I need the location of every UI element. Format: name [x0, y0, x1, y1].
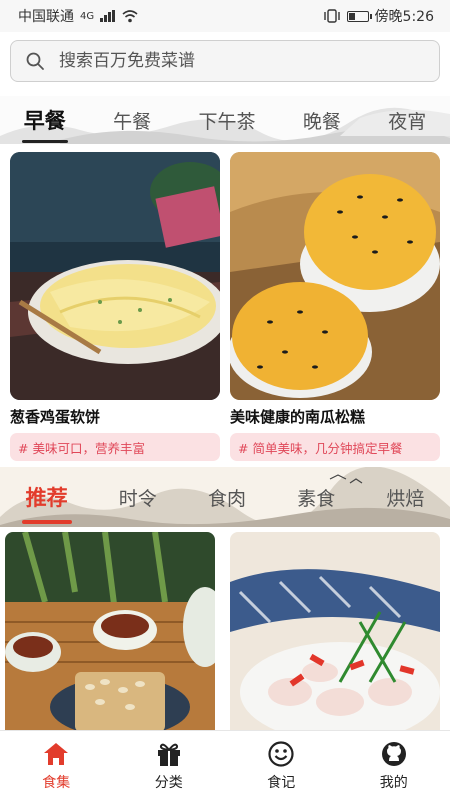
- scallion-egg-pancake-photo[interactable]: [10, 152, 220, 400]
- gift-icon: [157, 743, 180, 766]
- squid-with-peppers-photo[interactable]: [230, 532, 440, 732]
- search-icon: [26, 52, 44, 70]
- tab-meat[interactable]: 食肉: [204, 478, 250, 517]
- status-left: 中国联通 4G: [18, 6, 138, 26]
- nav-category-label: 分类: [154, 774, 183, 791]
- meal-tabs: 早餐 午餐 下午茶 晚餐 夜宵: [0, 96, 450, 144]
- tab-afternoon-tea[interactable]: 下午茶: [194, 101, 259, 140]
- tab-dinner[interactable]: 晚餐: [299, 101, 345, 140]
- clock-time: 傍晚5:26: [374, 9, 434, 25]
- signal-icon: [100, 10, 116, 22]
- network-type: 4G: [80, 10, 95, 22]
- nav-food-journal-label: 食记: [267, 774, 296, 791]
- category-tabs: 推荐 时令 食肉 素食 烘焙: [0, 467, 450, 527]
- tea-and-seed-cake-photo[interactable]: [5, 532, 215, 732]
- recipe-title[interactable]: 美味健康的南瓜松糕: [230, 406, 440, 427]
- status-right: 傍晚5:26: [323, 6, 434, 26]
- recipe-card[interactable]: 美味健康的南瓜松糕 # 简单美味，几分钟搞定早餐: [230, 152, 440, 461]
- nav-food-journal[interactable]: 食记: [241, 740, 321, 792]
- tab-breakfast[interactable]: 早餐: [20, 99, 70, 143]
- battery-icon: [346, 10, 372, 22]
- bottom-nav: 食集 分类 食记 我的: [0, 730, 450, 800]
- github-icon: [381, 741, 406, 766]
- recipe-title[interactable]: 葱香鸡蛋软饼: [10, 406, 220, 427]
- nav-profile-label: 我的: [379, 774, 408, 791]
- smiley-icon: [268, 740, 294, 767]
- search-input[interactable]: [59, 51, 399, 71]
- recipe-card[interactable]: 葱香鸡蛋软饼 # 美味可口，营养丰富: [10, 152, 220, 461]
- status-bar: 中国联通 4G 傍晚5:26: [0, 0, 450, 32]
- tab-late-night-snack[interactable]: 夜宵: [384, 101, 430, 140]
- nav-profile[interactable]: 我的: [354, 740, 434, 792]
- recipe-tag: # 美味可口，营养丰富: [10, 433, 220, 461]
- tab-vegetarian[interactable]: 素食: [293, 478, 339, 517]
- tab-seasonal[interactable]: 时令: [115, 478, 161, 517]
- search-bar[interactable]: [10, 40, 440, 82]
- vibrate-icon: [323, 9, 340, 23]
- nav-home[interactable]: 食集: [16, 740, 96, 792]
- recipe-tag: # 简单美味，几分钟搞定早餐: [230, 433, 440, 461]
- home-icon: [44, 742, 69, 765]
- wifi-icon: [122, 9, 138, 22]
- tab-baking[interactable]: 烘焙: [382, 478, 428, 517]
- nav-home-label: 食集: [42, 774, 71, 791]
- tab-recommend[interactable]: 推荐: [21, 476, 72, 524]
- nav-category[interactable]: 分类: [129, 740, 209, 792]
- carrier-name: 中国联通: [18, 9, 74, 25]
- tab-lunch[interactable]: 午餐: [109, 101, 155, 140]
- pumpkin-sponge-cake-photo[interactable]: [230, 152, 440, 400]
